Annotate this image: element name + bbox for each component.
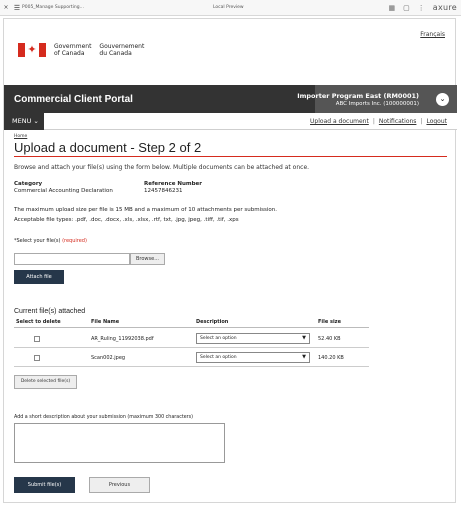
col-file-name: File Name (91, 319, 120, 325)
breadcrumb-home[interactable]: Home (14, 134, 27, 139)
select-files-text: *Select your file(s) (14, 238, 61, 244)
page-title: Upload a document - Step 2 of 2 (14, 140, 202, 155)
file-path-input[interactable] (14, 253, 130, 265)
gov-name-fr: Gouvernement du Canada (99, 43, 145, 57)
close-icon[interactable]: × (0, 4, 12, 11)
delete-checkbox[interactable] (34, 355, 40, 361)
nav-bar: MENU ⌄ Upload a document | Notifications | L… (4, 113, 457, 130)
intro-text: Browse and attach your file(s) using the… (14, 164, 310, 171)
attached-table-header: Select to delete File Name Description F… (14, 318, 369, 328)
portal-banner: Commercial Client Portal Importer Progra… (4, 85, 457, 113)
dropdown-arrow-icon: ▼ (302, 354, 306, 360)
file-size: 140.20 KB (318, 355, 344, 361)
toolbar-icons: ▦ ▢ ⋮ axure (389, 3, 458, 12)
importer-info[interactable]: Importer Program East (RM0001) ABC Impor… (297, 92, 419, 108)
importer-name: Importer Program East (RM0001) (297, 92, 419, 100)
canada-flag-icon: ✦ (18, 43, 46, 57)
portal-title: Commercial Client Portal (14, 94, 133, 105)
attached-files-title: Current file(s) attached (14, 308, 86, 315)
nav-links: Upload a document | Notifications | Logout (310, 118, 447, 125)
col-description: Description (196, 319, 229, 325)
browse-button[interactable]: Browse... (130, 253, 165, 265)
accepted-types: Acceptable file types: .pdf, .doc, .docx… (14, 217, 239, 223)
category-label: Category (14, 181, 43, 187)
submit-button[interactable]: Submit file(s) (14, 477, 75, 493)
axure-logo: axure (432, 3, 457, 12)
previous-button[interactable]: Previous (89, 477, 150, 493)
description-select[interactable]: Select an option ▼ (196, 352, 310, 363)
title-divider (14, 156, 447, 157)
category-value: Commercial Accounting Declaration (14, 188, 113, 194)
col-file-size: File size (318, 319, 341, 325)
dropdown-arrow-icon: ▼ (302, 335, 306, 341)
chevron-down-icon[interactable]: ⌄ (436, 93, 449, 106)
nav-upload-link[interactable]: Upload a document (310, 118, 369, 125)
menu-button[interactable]: MENU ⌄ (4, 113, 44, 130)
file-size: 52.40 KB (318, 336, 341, 342)
description-textarea[interactable] (14, 423, 225, 463)
language-link[interactable]: Français (420, 31, 445, 38)
delete-checkbox[interactable] (34, 336, 40, 342)
reference-value: 12457846231 (144, 188, 183, 194)
description-select-value: Select an option (200, 355, 237, 360)
table-row: Scan002.jpeg Select an option ▼ 140.20 KB (14, 349, 369, 367)
nav-notifications-link[interactable]: Notifications (379, 118, 417, 125)
max-size-text: The maximum upload size per file is 15 M… (14, 207, 277, 213)
col-select: Select to delete (16, 319, 61, 325)
gov-name-en: Government of Canada (54, 43, 92, 57)
nav-logout-link[interactable]: Logout (426, 118, 447, 125)
more-icon[interactable]: ⋮ (418, 4, 425, 12)
description-select-value: Select an option (200, 336, 237, 341)
page-name[interactable]: P005_Manage Supporting... (22, 5, 152, 10)
delete-selected-button[interactable]: Delete selected file(s) (14, 375, 77, 389)
description-select[interactable]: Select an option ▼ (196, 333, 310, 344)
file-name: AR_Ruling_11992038.pdf (91, 336, 154, 342)
preview-label: Local Preview (213, 5, 244, 10)
hamburger-icon[interactable]: ☰ (12, 4, 22, 12)
menu-chevron-icon: ⌄ (33, 117, 39, 125)
reference-label: Reference Number (144, 181, 202, 187)
government-signature: ✦ Government of Canada Gouvernement du C… (18, 43, 144, 57)
preview-toolbar: × ☰ P005_Manage Supporting... Local Prev… (0, 0, 461, 16)
file-name: Scan002.jpeg (91, 355, 126, 361)
comment-icon[interactable]: ▢ (403, 4, 410, 12)
menu-label: MENU (12, 117, 32, 125)
select-files-label: *Select your file(s) (required) (14, 238, 87, 244)
attach-file-button[interactable]: Attach file (14, 270, 64, 284)
page-frame: Français ✦ Government of Canada Gouverne… (3, 18, 457, 503)
grid-icon[interactable]: ▦ (389, 4, 396, 12)
required-marker: (required) (62, 238, 87, 244)
table-row: AR_Ruling_11992038.pdf Select an option ▼… (14, 330, 369, 348)
description-label: Add a short description about your submi… (14, 415, 194, 420)
importer-sub: ABC Imports Inc. (100000001) (335, 101, 419, 107)
